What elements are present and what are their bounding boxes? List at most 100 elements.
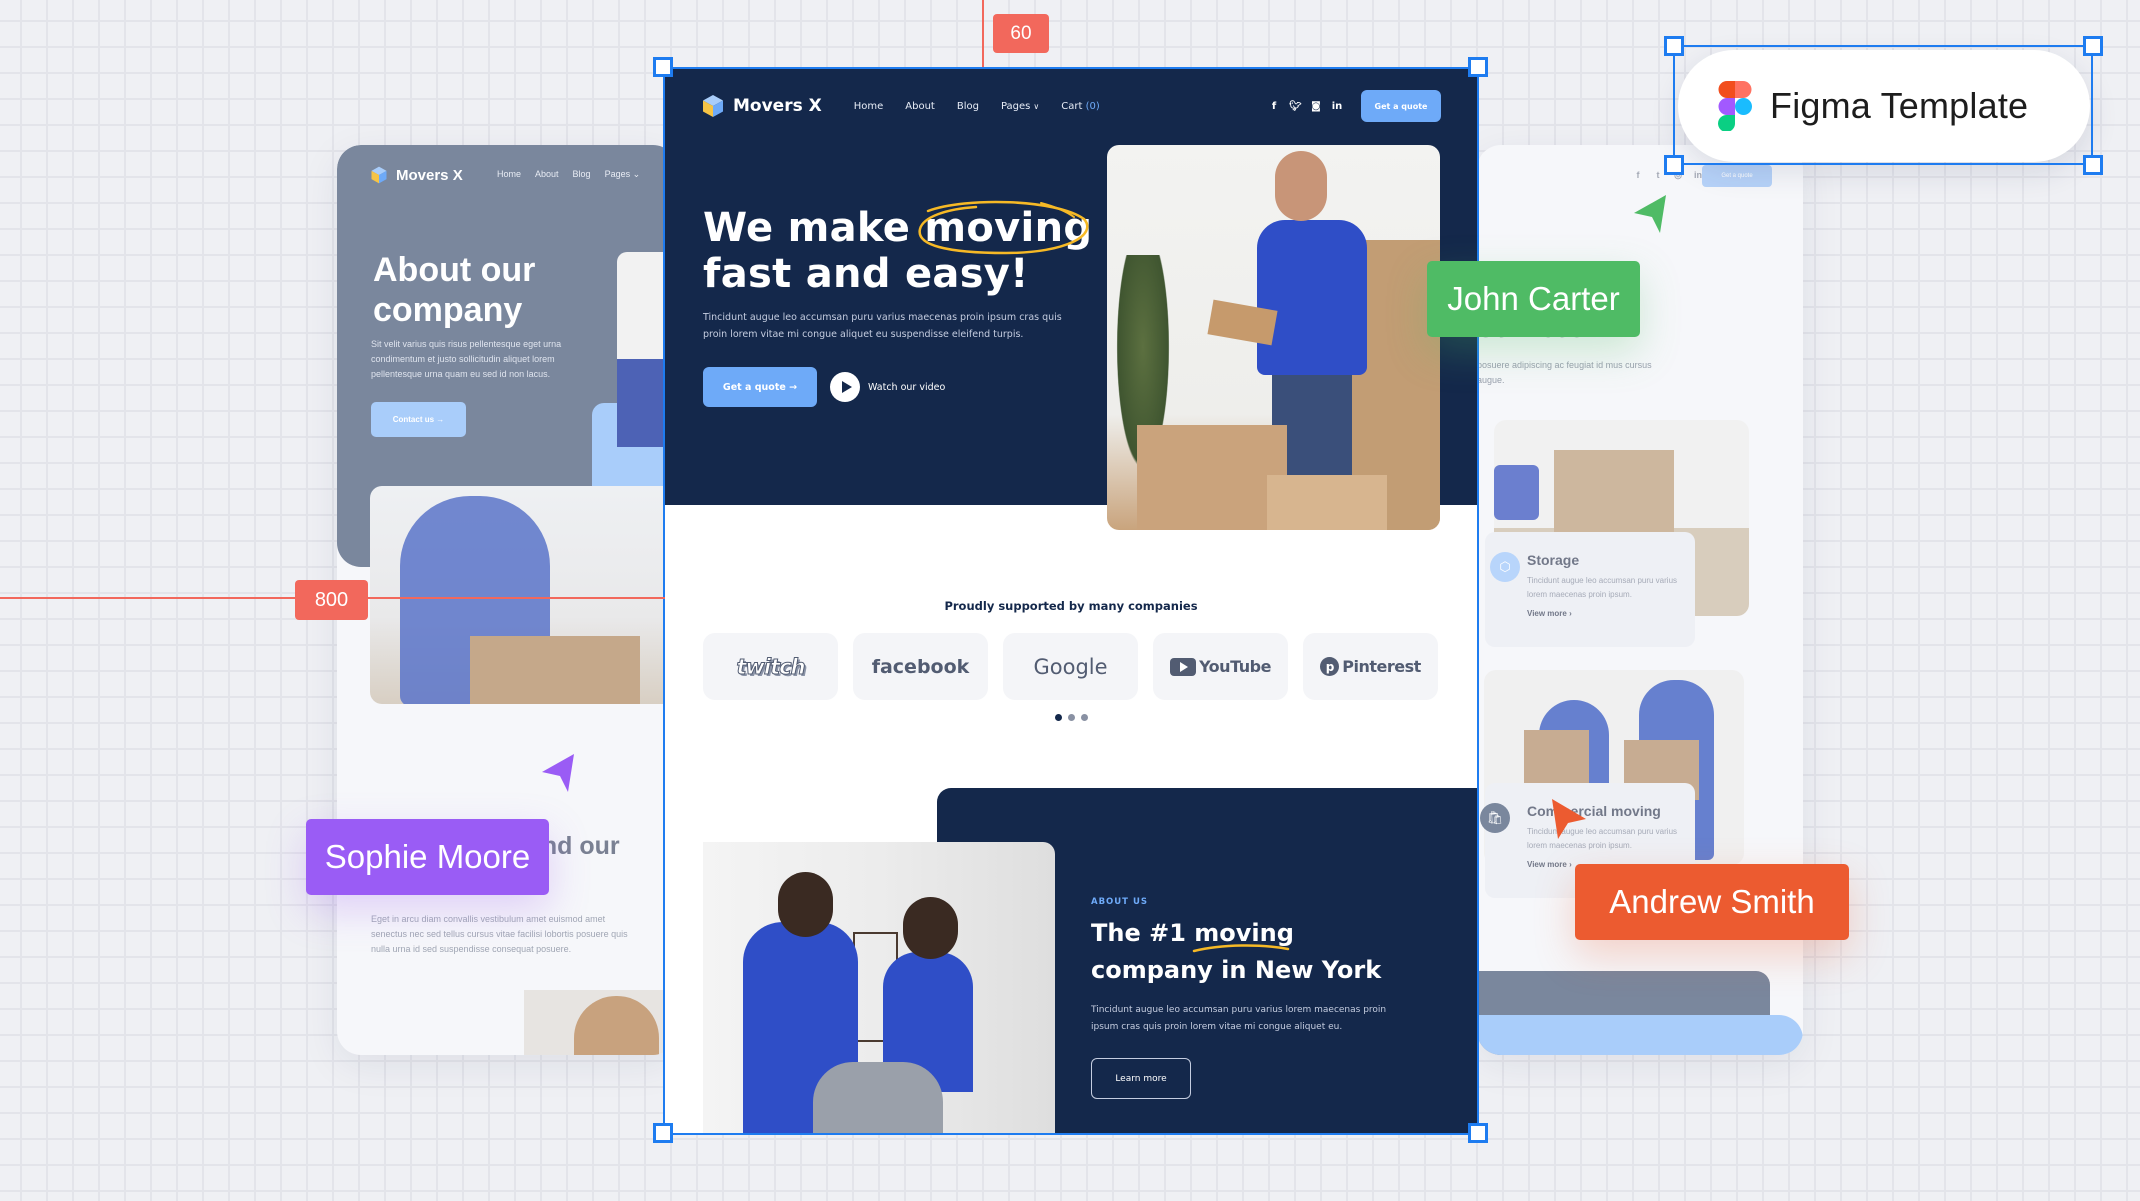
collaborator-label-john: John Carter	[1427, 261, 1640, 337]
logo-google-text: Google	[1033, 654, 1108, 679]
nav-about[interactable]: About	[905, 101, 935, 112]
logo-pinterest-text: Pinterest	[1342, 657, 1421, 676]
view-more-label: View more	[1527, 609, 1567, 618]
box-figure	[1267, 475, 1387, 530]
cursor-john-icon	[1634, 195, 1666, 233]
view-more-link[interactable]: View more ›	[1527, 609, 1572, 618]
nav-home[interactable]: Home	[854, 101, 884, 112]
nav-cart[interactable]: Cart (0)	[1061, 101, 1100, 112]
cart-count: (0)	[1085, 100, 1100, 112]
left-nav-about[interactable]: About	[535, 169, 559, 180]
left-worker-image	[370, 486, 677, 704]
hero-title-pre: We make	[703, 205, 911, 251]
left-brand: Movers X	[369, 165, 463, 185]
badge-selection-frame	[1673, 45, 2093, 165]
chair-figure	[1494, 465, 1539, 520]
resize-handle-top-right[interactable]	[1468, 57, 1488, 77]
watch-video-label: Watch our video	[868, 381, 946, 393]
facebook-icon[interactable]: f	[1632, 170, 1644, 181]
nav-right: f 🐦︎ ◙ in Get a quote	[1268, 90, 1441, 122]
wrapped-furniture-figure	[813, 1062, 943, 1133]
hero-title-highlight: moving	[918, 200, 1092, 255]
badge-handle-top-right[interactable]	[2083, 36, 2103, 56]
carousel-dot-1[interactable]	[1054, 714, 1062, 721]
box-figure	[1524, 730, 1589, 785]
collaborator-label-sophie: Sophie Moore	[306, 819, 549, 895]
mover-figure	[778, 872, 833, 937]
badge-handle-top-left[interactable]	[1664, 36, 1684, 56]
vertical-spacing-guide	[982, 0, 984, 67]
carousel-dot-2[interactable]	[1067, 714, 1075, 721]
linkedin-icon[interactable]: in	[1331, 101, 1343, 112]
twitter-icon[interactable]: 🐦︎	[1289, 101, 1302, 112]
main-page-frame[interactable]: Movers X Home About Blog Pages ∨ Cart (0)…	[665, 67, 1477, 1133]
watch-video-button[interactable]: Watch our video	[830, 372, 945, 402]
carousel-dot-3[interactable]	[1080, 714, 1088, 721]
right-bottom-blue-block	[1477, 1015, 1803, 1055]
left-page-title: About our company	[373, 251, 536, 329]
logo-youtube-text: YouTube	[1199, 657, 1271, 676]
play-icon	[830, 372, 860, 402]
carousel-dots	[665, 714, 1477, 721]
service-card-storage[interactable]: ⬡ Storage Tincidunt augue leo accumsan p…	[1485, 532, 1695, 647]
left-bottom-image	[524, 990, 677, 1055]
nav-pages-label: Pages	[1000, 100, 1031, 112]
cube-logo-icon	[371, 166, 387, 184]
spacing-label-top: 60	[993, 14, 1049, 53]
service-title: Storage	[1527, 552, 1580, 568]
about-eyebrow: ABOUT US	[1091, 897, 1148, 907]
view-more-link[interactable]: View more ›	[1527, 860, 1572, 869]
logo-twitch-text: twitch	[736, 654, 806, 679]
about-title-post: company in New York	[1091, 956, 1382, 984]
collaborator-label-andrew: Andrew Smith	[1575, 864, 1849, 940]
top-nav: Movers X Home About Blog Pages ∨ Cart (0)…	[701, 89, 1441, 123]
bag-icon: 🛍	[1480, 803, 1510, 833]
hero-subtitle: Tincidunt augue leo accumsan puru varius…	[703, 312, 1062, 340]
about-title-pre: The #1	[1091, 919, 1186, 947]
mover-figure	[903, 897, 958, 959]
box-icon: ⬡	[1490, 552, 1520, 582]
cursor-andrew-icon	[1552, 799, 1586, 839]
left-page-preview: Movers X Home About Blog Pages ⌄ About o…	[337, 145, 677, 1055]
left-page-subtitle: Sit velit varius quis risus pellentesque…	[371, 339, 562, 379]
left-nav: Home About Blog Pages ⌄	[497, 169, 640, 180]
brand-logo[interactable]: Movers X	[701, 94, 822, 118]
learn-more-button[interactable]: Learn more	[1091, 1058, 1191, 1099]
nav-pages[interactable]: Pages ∨	[1001, 101, 1039, 112]
logo-google: Google	[1003, 633, 1138, 700]
left-nav-pages[interactable]: Pages ⌄	[605, 169, 641, 180]
left-contact-button[interactable]: Contact us →	[371, 402, 466, 437]
facebook-icon[interactable]: f	[1268, 101, 1280, 112]
hero-get-quote-button[interactable]: Get a quote →	[703, 367, 817, 407]
right-quote-button[interactable]: Get a quote	[1702, 165, 1772, 187]
nav-blog[interactable]: Blog	[957, 101, 979, 112]
view-more-label: View more	[1527, 860, 1567, 869]
logo-twitch: twitch	[703, 633, 838, 700]
nav-get-quote-button[interactable]: Get a quote	[1361, 90, 1441, 122]
youtube-play-icon	[1170, 657, 1197, 676]
left-nav-pages-label: Pages	[604, 169, 631, 179]
resize-handle-bottom-right[interactable]	[1468, 1123, 1488, 1143]
boxes-figure	[1554, 450, 1674, 540]
social-links: f 🐦︎ ◙ in	[1268, 101, 1343, 112]
twitter-icon[interactable]: t	[1652, 170, 1664, 181]
chevron-down-icon: ∨	[1033, 101, 1040, 111]
left-brand-name: Movers X	[396, 166, 463, 184]
right-section-text: posuere adipiscing ac feugiat id mus cur…	[1477, 360, 1652, 385]
instagram-icon[interactable]: ◙	[1310, 101, 1322, 112]
badge-handle-bottom-left[interactable]	[1664, 155, 1684, 175]
hero-image	[1107, 145, 1440, 530]
box-figure	[1137, 425, 1287, 530]
left-nav-home[interactable]: Home	[497, 169, 521, 180]
nav-cart-label: Cart	[1061, 100, 1083, 112]
box-figure	[470, 636, 640, 704]
left-nav-blog[interactable]: Blog	[573, 169, 591, 180]
mover-figure	[1257, 220, 1367, 375]
resize-handle-top-left[interactable]	[653, 57, 673, 77]
about-subtitle: Tincidunt augue leo accumsan puru varius…	[1091, 1005, 1387, 1032]
resize-handle-bottom-left[interactable]	[653, 1123, 673, 1143]
about-title: The #1 moving company in New York	[1091, 915, 1431, 989]
logo-facebook-text: facebook	[871, 655, 970, 678]
badge-handle-bottom-right[interactable]	[2083, 155, 2103, 175]
pinterest-icon: p	[1320, 657, 1340, 676]
